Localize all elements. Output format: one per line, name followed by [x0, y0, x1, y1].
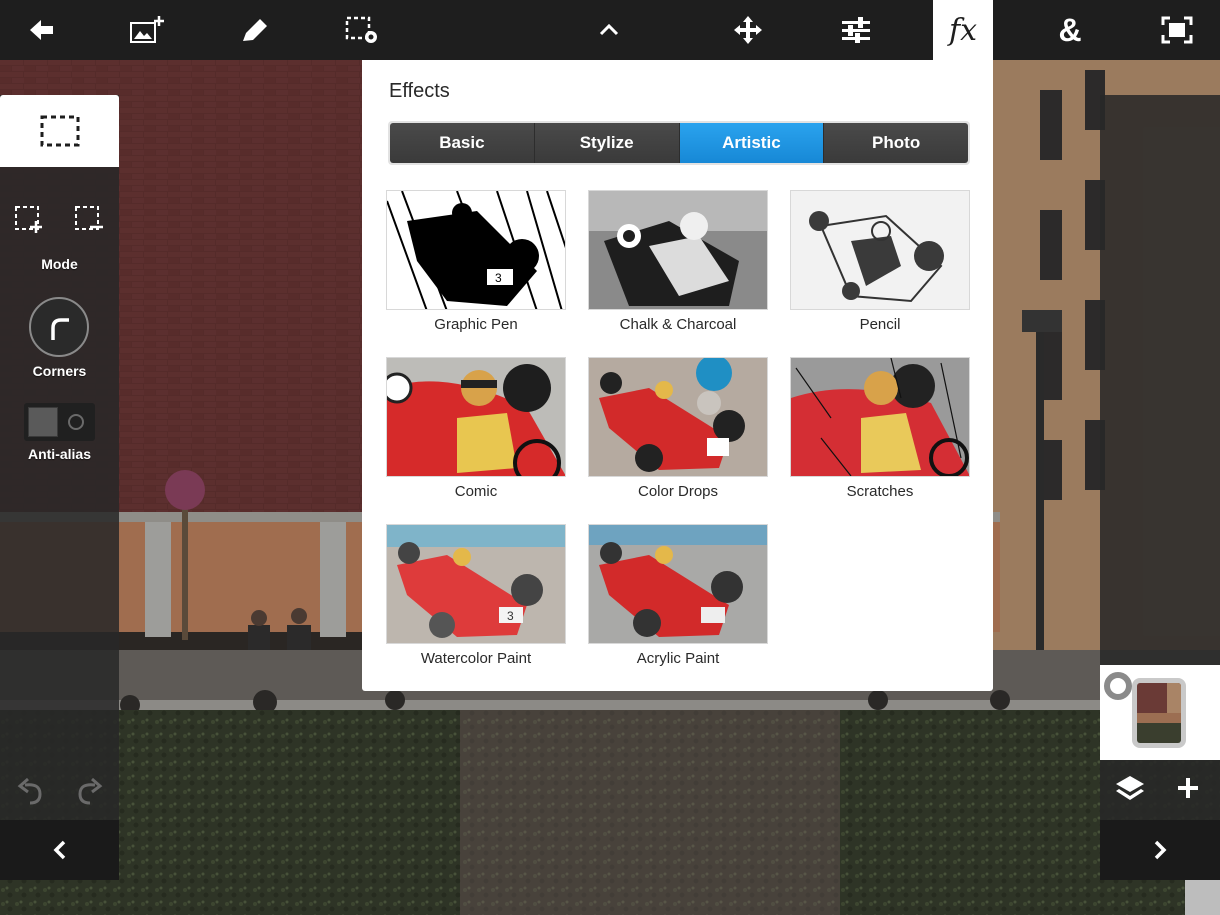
corners-label: Corners: [32, 363, 87, 379]
pencil-icon: [243, 19, 267, 42]
marquee-icon: [40, 115, 79, 147]
effect-color-drops[interactable]: Color Drops: [588, 357, 768, 500]
selection-settings-button[interactable]: [332, 0, 392, 60]
add-selection-button[interactable]: [14, 205, 44, 235]
undo-icon[interactable]: [16, 777, 46, 807]
collapse-button[interactable]: [579, 0, 639, 60]
adjustments-button[interactable]: [826, 0, 886, 60]
selection-tool-panel: Mode Corners Anti-alias: [0, 95, 119, 820]
toggle-ring-icon: [68, 414, 84, 430]
effect-label: Color Drops: [637, 483, 719, 500]
tab-artistic[interactable]: Artistic: [679, 123, 825, 163]
layer-item[interactable]: [1100, 665, 1220, 760]
corners-button[interactable]: [29, 297, 89, 357]
svg-text:3: 3: [507, 609, 514, 623]
add-layer-icon[interactable]: [1176, 776, 1200, 800]
effect-label: Chalk & Charcoal: [619, 316, 737, 333]
effect-comic[interactable]: Comic: [386, 357, 566, 500]
top-toolbar: fx &: [0, 0, 1220, 60]
corner-radius-icon: [51, 318, 69, 340]
effect-thumbnail: [790, 357, 970, 477]
history-controls: [0, 775, 119, 809]
brush-button[interactable]: [225, 0, 285, 60]
layers-icon[interactable]: [1114, 774, 1146, 804]
effect-thumbnail: [588, 357, 768, 477]
redo-icon[interactable]: [74, 777, 104, 807]
mode-label: Mode: [41, 256, 78, 272]
toggle-knob: [28, 407, 58, 437]
effect-thumbnail: [790, 190, 970, 310]
effect-label: Watercolor Paint: [420, 650, 532, 667]
move-icon: [734, 16, 762, 44]
chevron-left-icon: [53, 840, 65, 860]
effect-chalk-charcoal[interactable]: Chalk & Charcoal: [588, 190, 768, 333]
effect-watercolor-paint[interactable]: 3 Watercolor Paint: [386, 524, 566, 667]
fit-screen-button[interactable]: [1147, 0, 1207, 60]
back-button[interactable]: [12, 0, 72, 60]
effect-label: Comic: [454, 483, 498, 500]
layer-thumbnail-image: [1137, 683, 1181, 743]
effect-thumbnail: [588, 190, 768, 310]
effect-label: Scratches: [846, 483, 914, 500]
add-image-button[interactable]: [118, 0, 178, 60]
fx-icon: fx: [948, 12, 978, 48]
effect-thumbnail: [386, 357, 566, 477]
svg-text:3: 3: [495, 271, 502, 285]
effect-thumbnail: 3: [386, 190, 566, 310]
effect-thumbnail: 3: [386, 524, 566, 644]
effects-button[interactable]: fx: [933, 0, 993, 60]
layer-select-radio[interactable]: [1104, 672, 1132, 700]
right-panel-collapse-button[interactable]: [1100, 820, 1220, 880]
add-selection-icon: [15, 206, 42, 233]
effect-label: Pencil: [859, 316, 901, 333]
antialias-toggle[interactable]: [24, 403, 95, 441]
layer-actions: [1100, 770, 1220, 810]
effect-thumbnail: [588, 524, 768, 644]
subtract-selection-button[interactable]: [74, 205, 104, 235]
selection-gear-icon: [345, 16, 377, 43]
tab-basic[interactable]: Basic: [390, 123, 535, 163]
sliders-icon: [842, 17, 870, 43]
mode-buttons: [0, 205, 119, 235]
effects-title: Effects: [389, 80, 450, 102]
rect-select-tool[interactable]: [0, 95, 119, 167]
effect-pencil[interactable]: Pencil: [790, 190, 970, 333]
chevron-right-icon: [1154, 840, 1167, 860]
effect-label: Acrylic Paint: [636, 650, 720, 667]
effects-panel: Effects Basic Stylize Artistic Photo 3 G…: [362, 60, 993, 691]
effect-graphic-pen[interactable]: 3 Graphic Pen: [386, 190, 566, 333]
effect-scratches[interactable]: Scratches: [790, 357, 970, 500]
move-button[interactable]: [718, 0, 778, 60]
antialias-label: Anti-alias: [27, 446, 91, 462]
back-arrow-icon: [30, 20, 53, 40]
subtract-selection-icon: [75, 206, 103, 230]
left-panel-collapse-button[interactable]: [0, 820, 119, 880]
effects-category-tabs: Basic Stylize Artistic Photo: [388, 121, 970, 165]
ampersand-icon: &: [1058, 11, 1082, 48]
add-image-icon: [130, 16, 164, 43]
tab-stylize[interactable]: Stylize: [534, 123, 680, 163]
effect-label: Graphic Pen: [434, 316, 518, 333]
effect-acrylic-paint[interactable]: Acrylic Paint: [588, 524, 768, 667]
blend-button[interactable]: &: [1040, 0, 1100, 60]
fit-screen-icon: [1161, 16, 1193, 44]
chevron-up-icon: [599, 23, 619, 36]
layer-thumbnail: [1132, 678, 1186, 748]
layers-panel: [1100, 95, 1220, 880]
tab-photo[interactable]: Photo: [824, 123, 968, 163]
